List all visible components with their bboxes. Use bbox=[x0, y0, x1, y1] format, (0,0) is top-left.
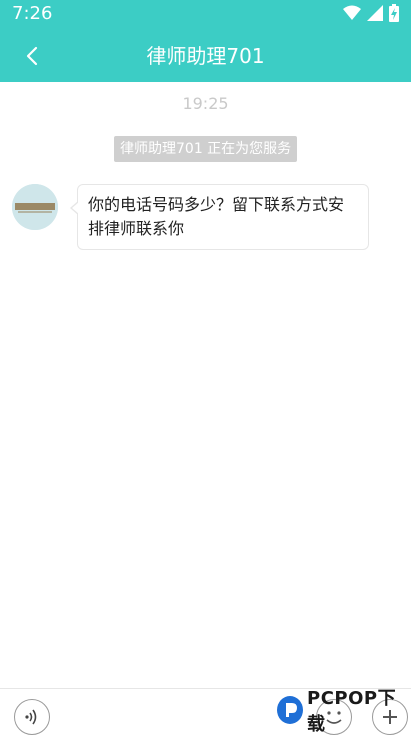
battery-icon bbox=[389, 4, 399, 22]
avatar[interactable] bbox=[12, 184, 58, 230]
title-bar: 律师助理701 bbox=[0, 28, 411, 82]
header: 7:26 律师助理701 bbox=[0, 0, 411, 82]
pcpop-logo-icon bbox=[277, 696, 304, 724]
message-bubble[interactable]: 你的电话号码多少？留下联系方式安排律师联系你 bbox=[70, 184, 369, 250]
page-title: 律师助理701 bbox=[146, 44, 265, 68]
avatar-logo-icon bbox=[12, 184, 58, 230]
wifi-icon bbox=[343, 5, 361, 20]
signal-icon bbox=[367, 5, 383, 21]
watermark-text: PCPOP下载 bbox=[307, 688, 397, 735]
status-time: 7:26 bbox=[12, 3, 53, 24]
system-notice: 律师助理701 正在为您服务 bbox=[114, 136, 298, 162]
message-timestamp: 19:25 bbox=[182, 94, 229, 113]
status-bar: 7:26 bbox=[0, 0, 411, 28]
message-text: 你的电话号码多少？留下联系方式安排律师联系你 bbox=[88, 195, 345, 238]
voice-button[interactable] bbox=[14, 699, 50, 735]
chat-area[interactable]: 19:25 律师助理701 正在为您服务 你的电话号码多少？留下联系方式安排律师… bbox=[0, 82, 411, 688]
status-icons bbox=[343, 4, 399, 22]
voice-icon bbox=[25, 709, 37, 725]
watermark: PCPOP下载 bbox=[277, 688, 407, 735]
bubble-tail bbox=[70, 201, 79, 215]
